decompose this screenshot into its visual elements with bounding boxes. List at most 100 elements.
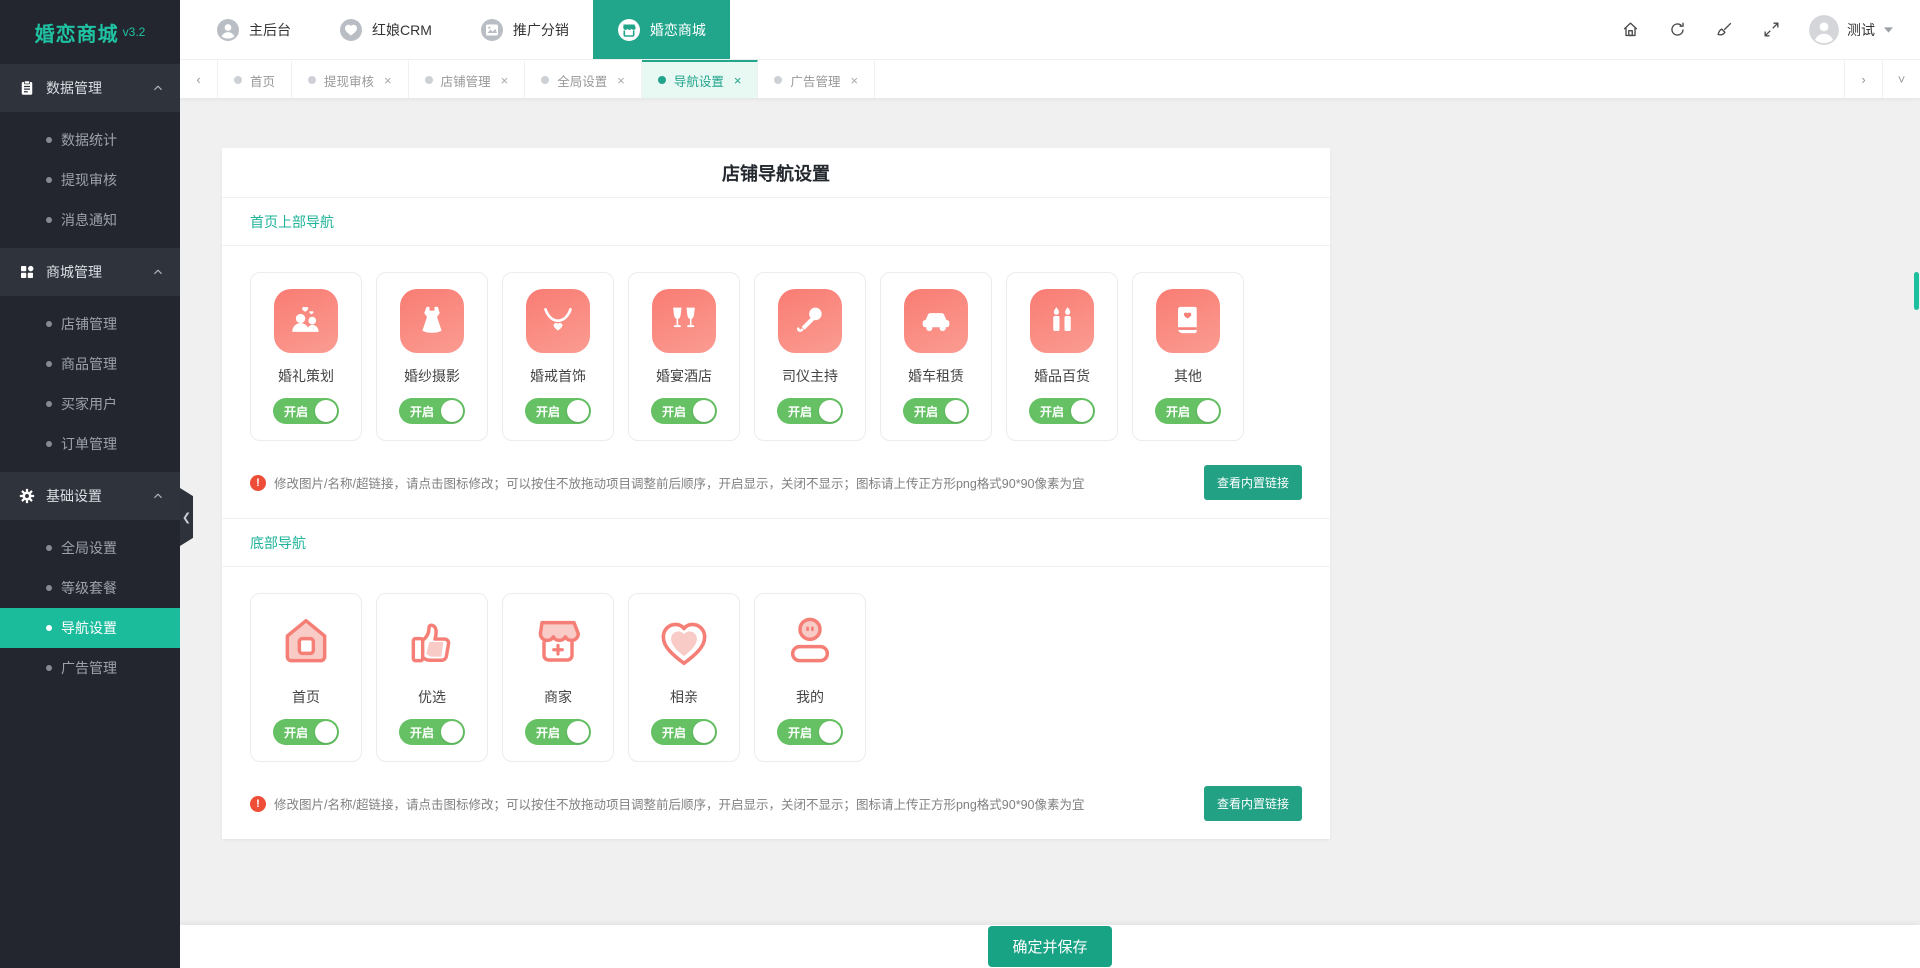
- nav-card-婚戒首饰[interactable]: 婚戒首饰开启: [502, 272, 614, 441]
- sidebar-item-消息通知[interactable]: 消息通知: [0, 200, 180, 240]
- wine-icon[interactable]: [652, 289, 716, 353]
- nav-card-商家[interactable]: 商家开启: [502, 593, 614, 762]
- fullscreen-icon[interactable]: [1762, 20, 1781, 39]
- save-button[interactable]: 确定并保存: [988, 926, 1111, 967]
- user-outline-icon[interactable]: [778, 610, 842, 674]
- top-nav-item-红娘CRM[interactable]: 红娘CRM: [315, 0, 456, 59]
- scrollbar-thumb[interactable]: [1914, 272, 1919, 310]
- top-nav-item-婚恋商城[interactable]: 婚恋商城: [593, 0, 730, 59]
- nav-card-我的[interactable]: 我的开启: [754, 593, 866, 762]
- brush-icon[interactable]: [1715, 20, 1734, 39]
- view-builtin-links-button[interactable]: 查看内置链接: [1204, 786, 1302, 821]
- sidebar-item-等级套餐[interactable]: 等级套餐: [0, 568, 180, 608]
- tab-全局设置[interactable]: 全局设置×: [525, 60, 642, 98]
- sidebar-item-label: 商品管理: [61, 354, 117, 374]
- tab-close-icon[interactable]: ×: [501, 73, 509, 88]
- tab-close-icon[interactable]: ×: [850, 73, 858, 88]
- toggle-knob: [441, 400, 463, 422]
- tab-strip: 首页提现审核×店铺管理×全局设置×导航设置×广告管理×: [218, 60, 1844, 98]
- sidebar-item-全局设置[interactable]: 全局设置: [0, 528, 180, 568]
- tabs-scroll-left-button[interactable]: ‹: [180, 60, 218, 98]
- sidebar-item-数据统计[interactable]: 数据统计: [0, 120, 180, 160]
- nav-card-婚礼策划[interactable]: 婚礼策划开启: [250, 272, 362, 441]
- nav-card-婚纱摄影[interactable]: 婚纱摄影开启: [376, 272, 488, 441]
- nav-card-相亲[interactable]: 相亲开启: [628, 593, 740, 762]
- toggle-label: 开启: [914, 403, 938, 420]
- tab-提现审核[interactable]: 提现审核×: [292, 60, 409, 98]
- sidebar-section-基础设置[interactable]: 基础设置: [0, 472, 180, 520]
- candles-icon[interactable]: [1030, 289, 1094, 353]
- tab-首页[interactable]: 首页: [218, 60, 292, 98]
- nav-card-司仪主持[interactable]: 司仪主持开启: [754, 272, 866, 441]
- nav-card-婚宴酒店[interactable]: 婚宴酒店开启: [628, 272, 740, 441]
- sidebar-item-店铺管理[interactable]: 店铺管理: [0, 304, 180, 344]
- enable-toggle[interactable]: 开启: [1029, 398, 1095, 424]
- nav-card-首页[interactable]: 首页开启: [250, 593, 362, 762]
- tab-close-icon[interactable]: ×: [734, 73, 742, 88]
- necklace-icon[interactable]: [526, 289, 590, 353]
- nav-card-其他[interactable]: 其他开启: [1132, 272, 1244, 441]
- card-label: 婚品百货: [1034, 366, 1090, 386]
- card-label: 婚车租赁: [908, 366, 964, 386]
- view-builtin-links-button[interactable]: 查看内置链接: [1204, 465, 1302, 500]
- couple-icon[interactable]: [274, 289, 338, 353]
- top-nav-item-主后台[interactable]: 主后台: [192, 0, 315, 59]
- tab-店铺管理[interactable]: 店铺管理×: [409, 60, 526, 98]
- heart-outline-icon[interactable]: [652, 610, 716, 674]
- toggle-knob: [315, 400, 337, 422]
- store-outline-icon[interactable]: [526, 610, 590, 674]
- thumbs-up-icon[interactable]: [400, 610, 464, 674]
- enable-toggle[interactable]: 开启: [1155, 398, 1221, 424]
- nav-card-婚车租赁[interactable]: 婚车租赁开启: [880, 272, 992, 441]
- bullet-icon: [46, 401, 52, 407]
- dress-icon[interactable]: [400, 289, 464, 353]
- enable-toggle[interactable]: 开启: [525, 398, 591, 424]
- toggle-label: 开启: [410, 403, 434, 420]
- enable-toggle[interactable]: 开启: [273, 398, 339, 424]
- book-icon[interactable]: [1156, 289, 1220, 353]
- store-circle-icon: [617, 18, 641, 42]
- car-icon[interactable]: [904, 289, 968, 353]
- enable-toggle[interactable]: 开启: [903, 398, 969, 424]
- sidebar-section-商城管理[interactable]: 商城管理: [0, 248, 180, 296]
- tab-close-icon[interactable]: ×: [617, 73, 625, 88]
- enable-toggle[interactable]: 开启: [525, 719, 591, 745]
- enable-toggle[interactable]: 开启: [273, 719, 339, 745]
- card-label: 司仪主持: [782, 366, 838, 386]
- refresh-icon[interactable]: [1668, 20, 1687, 39]
- tabs-scroll-right-button[interactable]: ›: [1844, 60, 1882, 98]
- toggle-label: 开启: [284, 403, 308, 420]
- bullet-icon: [46, 585, 52, 591]
- tab-广告管理[interactable]: 广告管理×: [758, 60, 875, 98]
- microphone-icon[interactable]: [778, 289, 842, 353]
- tab-close-icon[interactable]: ×: [384, 73, 392, 88]
- enable-toggle[interactable]: 开启: [651, 398, 717, 424]
- nav-card-婚品百货[interactable]: 婚品百货开启: [1006, 272, 1118, 441]
- enable-toggle[interactable]: 开启: [399, 398, 465, 424]
- enable-toggle[interactable]: 开启: [399, 719, 465, 745]
- sidebar-item-商品管理[interactable]: 商品管理: [0, 344, 180, 384]
- nav-card-优选[interactable]: 优选开启: [376, 593, 488, 762]
- sidebar-item-提现审核[interactable]: 提现审核: [0, 160, 180, 200]
- sidebar-item-广告管理[interactable]: 广告管理: [0, 648, 180, 688]
- sidebar-item-订单管理[interactable]: 订单管理: [0, 424, 180, 464]
- home-outline-icon[interactable]: [274, 610, 338, 674]
- sidebar-item-买家用户[interactable]: 买家用户: [0, 384, 180, 424]
- caret-down-icon: [1883, 21, 1894, 39]
- sidebar-section-数据管理[interactable]: 数据管理: [0, 64, 180, 112]
- app-logo[interactable]: 婚恋商城 v3.2: [0, 0, 180, 64]
- user-menu[interactable]: 测试: [1809, 15, 1894, 45]
- tab-导航设置[interactable]: 导航设置×: [642, 60, 759, 98]
- enable-toggle[interactable]: 开启: [651, 719, 717, 745]
- bullet-icon: [46, 441, 52, 447]
- sidebar-item-导航设置[interactable]: 导航设置: [0, 608, 180, 648]
- card-label: 优选: [418, 687, 446, 707]
- bullet-icon: [46, 321, 52, 327]
- sidebar-collapse-handle[interactable]: ❮: [180, 488, 193, 546]
- top-nav-item-推广分销[interactable]: 推广分销: [456, 0, 593, 59]
- home-icon[interactable]: [1621, 20, 1640, 39]
- tabs-dropdown-button[interactable]: ˅: [1882, 60, 1920, 98]
- toggle-knob: [315, 721, 337, 743]
- enable-toggle[interactable]: 开启: [777, 719, 843, 745]
- enable-toggle[interactable]: 开启: [777, 398, 843, 424]
